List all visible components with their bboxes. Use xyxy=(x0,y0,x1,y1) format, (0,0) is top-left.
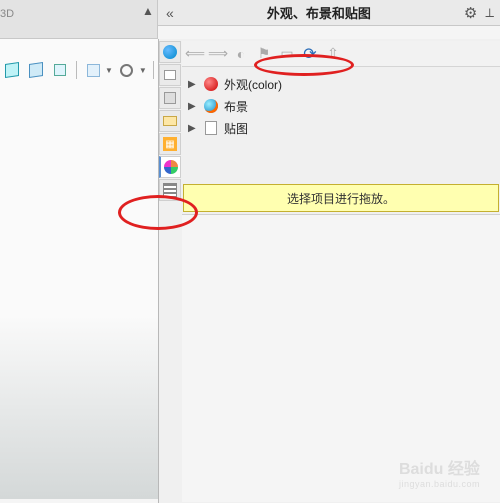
tool-surfaces-icon[interactable] xyxy=(50,60,70,80)
tree-item-label: 布景 xyxy=(224,98,248,115)
refresh-icon[interactable]: ⟳ xyxy=(301,45,319,63)
gear-icon[interactable]: ⚙ xyxy=(464,4,479,22)
tool-view-icon[interactable] xyxy=(117,60,137,80)
side-tab-strip: ▦ xyxy=(159,41,181,201)
tree-item-label: 贴图 xyxy=(224,120,248,137)
redball-icon xyxy=(203,76,219,92)
chevron-down-icon[interactable]: ▼ xyxy=(105,66,113,75)
tree-item-appearance[interactable]: ▶ 外观(color) xyxy=(182,73,500,95)
tab-files[interactable] xyxy=(159,110,181,132)
tab-appearances[interactable] xyxy=(159,156,181,178)
tab-resources[interactable] xyxy=(159,41,181,63)
nav-flagged-icon[interactable]: ⚑ xyxy=(255,45,273,63)
toolbar-separator xyxy=(76,61,77,79)
watermark: Baidu 经验 jingyan.baidu.com xyxy=(399,455,480,489)
watermark-url: jingyan.baidu.com xyxy=(399,479,480,489)
chevron-down-icon[interactable]: ▼ xyxy=(139,66,147,75)
tree-item-scenes[interactable]: ▶ 布景 xyxy=(182,95,500,117)
toolbar-separator xyxy=(153,61,154,79)
sheet-icon xyxy=(203,120,219,136)
tree-item-label: 外观(color) xyxy=(224,76,282,93)
expand-icon[interactable]: ▶ xyxy=(188,79,198,90)
nav-forward-icon[interactable]: ⟹ xyxy=(209,45,227,63)
expand-icon[interactable]: ▶ xyxy=(188,123,198,134)
tool-display-icon[interactable] xyxy=(83,60,103,80)
tool-feature-icon[interactable] xyxy=(26,60,46,80)
watermark-brand: Baidu 经验 xyxy=(399,461,480,478)
drop-hint-text: 选择项目进行拖放。 xyxy=(287,190,395,207)
tool-sketch-icon[interactable] xyxy=(2,60,22,80)
viewport-top-bar: 3D ▲ xyxy=(0,0,158,39)
task-pane: ▦ ⟸ ⟹ ◐ ⚑ ▭ ⟳ ⇧ ▶ 外观(color) ▶ 布景 ▶ 贴图 选择… xyxy=(158,39,500,503)
tab-home[interactable] xyxy=(159,64,181,86)
panel-title: 外观、布景和贴图 xyxy=(174,3,464,22)
drop-hint-box: 选择项目进行拖放。 xyxy=(183,184,499,212)
appearance-tree: ▶ 外观(color) ▶ 布景 ▶ 贴图 xyxy=(182,69,500,143)
pin-icon[interactable]: ⟂ xyxy=(479,5,500,21)
viewport-background xyxy=(0,39,158,499)
tab-design[interactable] xyxy=(159,87,181,109)
nav-globe-icon[interactable]: ◐ xyxy=(232,45,250,63)
panel-header-bar: « 外观、布景和贴图 ⚙ ⟂ xyxy=(158,0,500,26)
viewport-label: 3D xyxy=(0,8,14,20)
nav-up-icon[interactable]: ⇧ xyxy=(324,45,342,63)
expand-icon[interactable]: ▶ xyxy=(188,101,198,112)
tab-properties[interactable] xyxy=(159,179,181,201)
collapse-button[interactable]: « xyxy=(158,5,174,21)
tree-item-decals[interactable]: ▶ 贴图 xyxy=(182,117,500,139)
nav-back-icon[interactable]: ⟸ xyxy=(186,45,204,63)
scene-icon xyxy=(203,98,219,114)
nav-toolbar: ⟸ ⟹ ◐ ⚑ ▭ ⟳ ⇧ xyxy=(182,41,500,67)
scroll-up-caret[interactable]: ▲ xyxy=(141,4,155,18)
tab-view-palette[interactable]: ▦ xyxy=(159,133,181,155)
nav-folder-icon[interactable]: ▭ xyxy=(278,45,296,63)
